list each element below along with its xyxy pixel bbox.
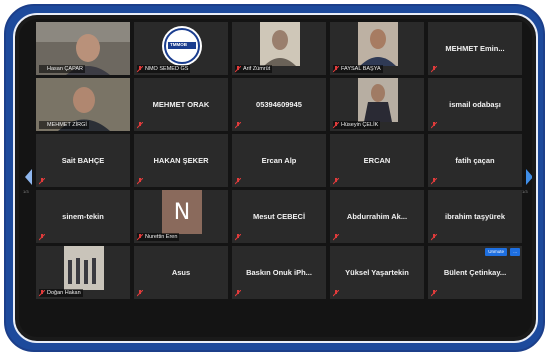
participant-name: Doğan Hakan: [39, 289, 83, 297]
logo-text: TMMOB: [170, 42, 187, 47]
participant-name: FAYSAL BAŞYA: [333, 65, 383, 73]
muted-mic-icon: [235, 234, 241, 241]
participant-name: ibrahim taşyürek: [444, 212, 506, 221]
participant-name: HAKAN ŞEKER: [153, 156, 209, 165]
participant-name: Hüseyin ÇELİK: [333, 121, 381, 129]
participant-name: Nurettin Eren: [137, 233, 180, 241]
muted-mic-icon: [431, 178, 437, 185]
participant-tile-active-speaker[interactable]: MEHMET ZİRGİ: [36, 78, 130, 131]
participant-name: ismail odabaşı: [449, 100, 501, 109]
muted-mic-icon: [235, 290, 241, 297]
participant-name: Ercan Alp: [261, 156, 297, 165]
muted-mic-icon: [39, 234, 45, 241]
participant-tile[interactable]: ERCAN: [330, 134, 424, 187]
muted-mic-icon: [235, 66, 241, 73]
participant-tile[interactable]: Baskın Onuk iPh...: [232, 246, 326, 299]
participant-tile[interactable]: Hasan ÇAPAR: [36, 22, 130, 75]
participant-tile[interactable]: fatih çaçan: [428, 134, 522, 187]
avatar: N: [162, 190, 202, 234]
participant-name: MEHMET ZİRGİ: [39, 121, 89, 129]
page-indicator-right: 1/3: [522, 189, 528, 194]
participant-tile[interactable]: Hüseyin ÇELİK: [330, 78, 424, 131]
muted-mic-icon: [137, 290, 143, 297]
muted-mic-icon: [137, 234, 143, 241]
muted-mic-icon: [431, 66, 437, 73]
participant-name: Baskın Onuk iPh...: [246, 268, 312, 277]
participant-tile[interactable]: Yüksel Yaşartekin: [330, 246, 424, 299]
muted-mic-icon: [39, 178, 45, 185]
muted-mic-icon: [333, 178, 339, 185]
muted-mic-icon: [333, 66, 339, 73]
more-options-button[interactable]: ...: [510, 248, 520, 256]
participant-name: Yüksel Yaşartekin: [345, 268, 409, 277]
participant-tile[interactable]: N Nurettin Eren: [134, 190, 228, 243]
participant-tile[interactable]: Bülent Çetinkay... Unmute ...: [428, 246, 522, 299]
participant-name: Bülent Çetinkay...: [443, 268, 507, 277]
participant-name: Sait BAHÇE: [61, 156, 105, 165]
participant-tile[interactable]: Ercan Alp: [232, 134, 326, 187]
muted-mic-icon: [333, 122, 339, 129]
muted-mic-icon: [39, 290, 45, 297]
participant-name: 05394609945: [256, 100, 302, 109]
participant-name: sinem-tekin: [62, 212, 104, 221]
participant-tile[interactable]: ismail odabaşı: [428, 78, 522, 131]
previous-page-arrow-icon[interactable]: [25, 169, 33, 185]
participant-name: MEHMET ORAK: [152, 100, 210, 109]
participant-name: Abdurrahim Ak...: [346, 212, 408, 221]
participant-name: Hasan ÇAPAR: [39, 65, 85, 73]
participant-name: ERCAN: [363, 156, 391, 165]
muted-mic-icon: [235, 122, 241, 129]
participant-name: MEHMET Emin...: [445, 44, 505, 53]
page-indicator-left: 1/3: [23, 189, 29, 194]
participant-tile[interactable]: Arif Zümrüt: [232, 22, 326, 75]
participant-tile[interactable]: Sait BAHÇE: [36, 134, 130, 187]
participant-tile[interactable]: Doğan Hakan: [36, 246, 130, 299]
participant-tile[interactable]: TMMOB NMO SEMED GS: [134, 22, 228, 75]
participant-name: fatih çaçan: [455, 156, 495, 165]
unmute-button[interactable]: Unmute: [485, 248, 507, 256]
participant-tile[interactable]: Mesut CEBECİ: [232, 190, 326, 243]
muted-mic-icon: [431, 290, 437, 297]
participant-name: NMO SEMED GS: [137, 65, 191, 73]
muted-mic-icon: [333, 290, 339, 297]
participant-name: Mesut CEBECİ: [252, 212, 306, 221]
participant-tile[interactable]: HAKAN ŞEKER: [134, 134, 228, 187]
participant-tile[interactable]: FAYSAL BAŞYA: [330, 22, 424, 75]
next-page-arrow-icon[interactable]: [525, 169, 532, 185]
participant-tile[interactable]: 05394609945: [232, 78, 326, 131]
muted-mic-icon: [137, 178, 143, 185]
participant-tile[interactable]: ibrahim taşyürek: [428, 190, 522, 243]
zoom-gallery-view: Hasan ÇAPAR TMMOB NMO SEMED GS Arif Zümr…: [19, 19, 532, 337]
muted-mic-icon: [235, 178, 241, 185]
muted-mic-icon: [137, 122, 143, 129]
participant-tile[interactable]: sinem-tekin: [36, 190, 130, 243]
muted-mic-icon: [431, 234, 437, 241]
participant-tile[interactable]: MEHMET ORAK: [134, 78, 228, 131]
muted-mic-icon: [431, 122, 437, 129]
participant-tile[interactable]: Abdurrahim Ak...: [330, 190, 424, 243]
participant-tile[interactable]: Asus: [134, 246, 228, 299]
muted-mic-icon: [333, 234, 339, 241]
participant-name: Asus: [171, 268, 191, 277]
muted-mic-icon: [137, 66, 143, 73]
participant-tile[interactable]: MEHMET Emin...: [428, 22, 522, 75]
